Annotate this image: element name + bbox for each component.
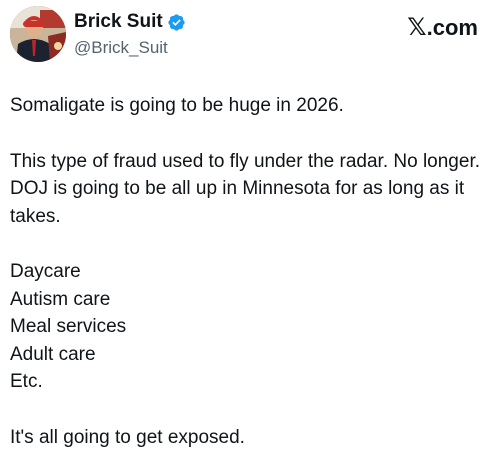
handle[interactable]: @Brick_Suit bbox=[74, 38, 168, 58]
list-item: Meal services bbox=[10, 316, 127, 337]
avatar[interactable] bbox=[10, 6, 66, 62]
verified-badge-icon bbox=[167, 13, 186, 32]
tweet-card: Brick Suit @Brick_Suit 𝕏 .com Somaligate… bbox=[0, 0, 500, 464]
list-item: Daycare bbox=[10, 261, 81, 282]
name-row: Brick Suit bbox=[74, 11, 186, 33]
list-item: Adult care bbox=[10, 343, 96, 365]
tweet-line: This type of fraud used to fly under the… bbox=[10, 150, 480, 227]
display-name[interactable]: Brick Suit bbox=[74, 11, 163, 33]
brand-logo: 𝕏 .com bbox=[407, 16, 478, 40]
list-item: Etc. bbox=[10, 371, 43, 392]
avatar-image bbox=[10, 6, 66, 62]
list-item: Autism care bbox=[10, 288, 111, 310]
brand-domain: .com bbox=[426, 15, 478, 40]
tweet-body: Somaligate is going to be huge in 2026. … bbox=[10, 92, 488, 451]
x-logo-icon: 𝕏 bbox=[407, 14, 427, 41]
tweet-header: Brick Suit @Brick_Suit 𝕏 .com bbox=[10, 6, 490, 64]
tweet-line: Somaligate is going to be huge in 2026. bbox=[10, 95, 344, 116]
tweet-line: It's all going to get exposed. bbox=[10, 426, 245, 448]
